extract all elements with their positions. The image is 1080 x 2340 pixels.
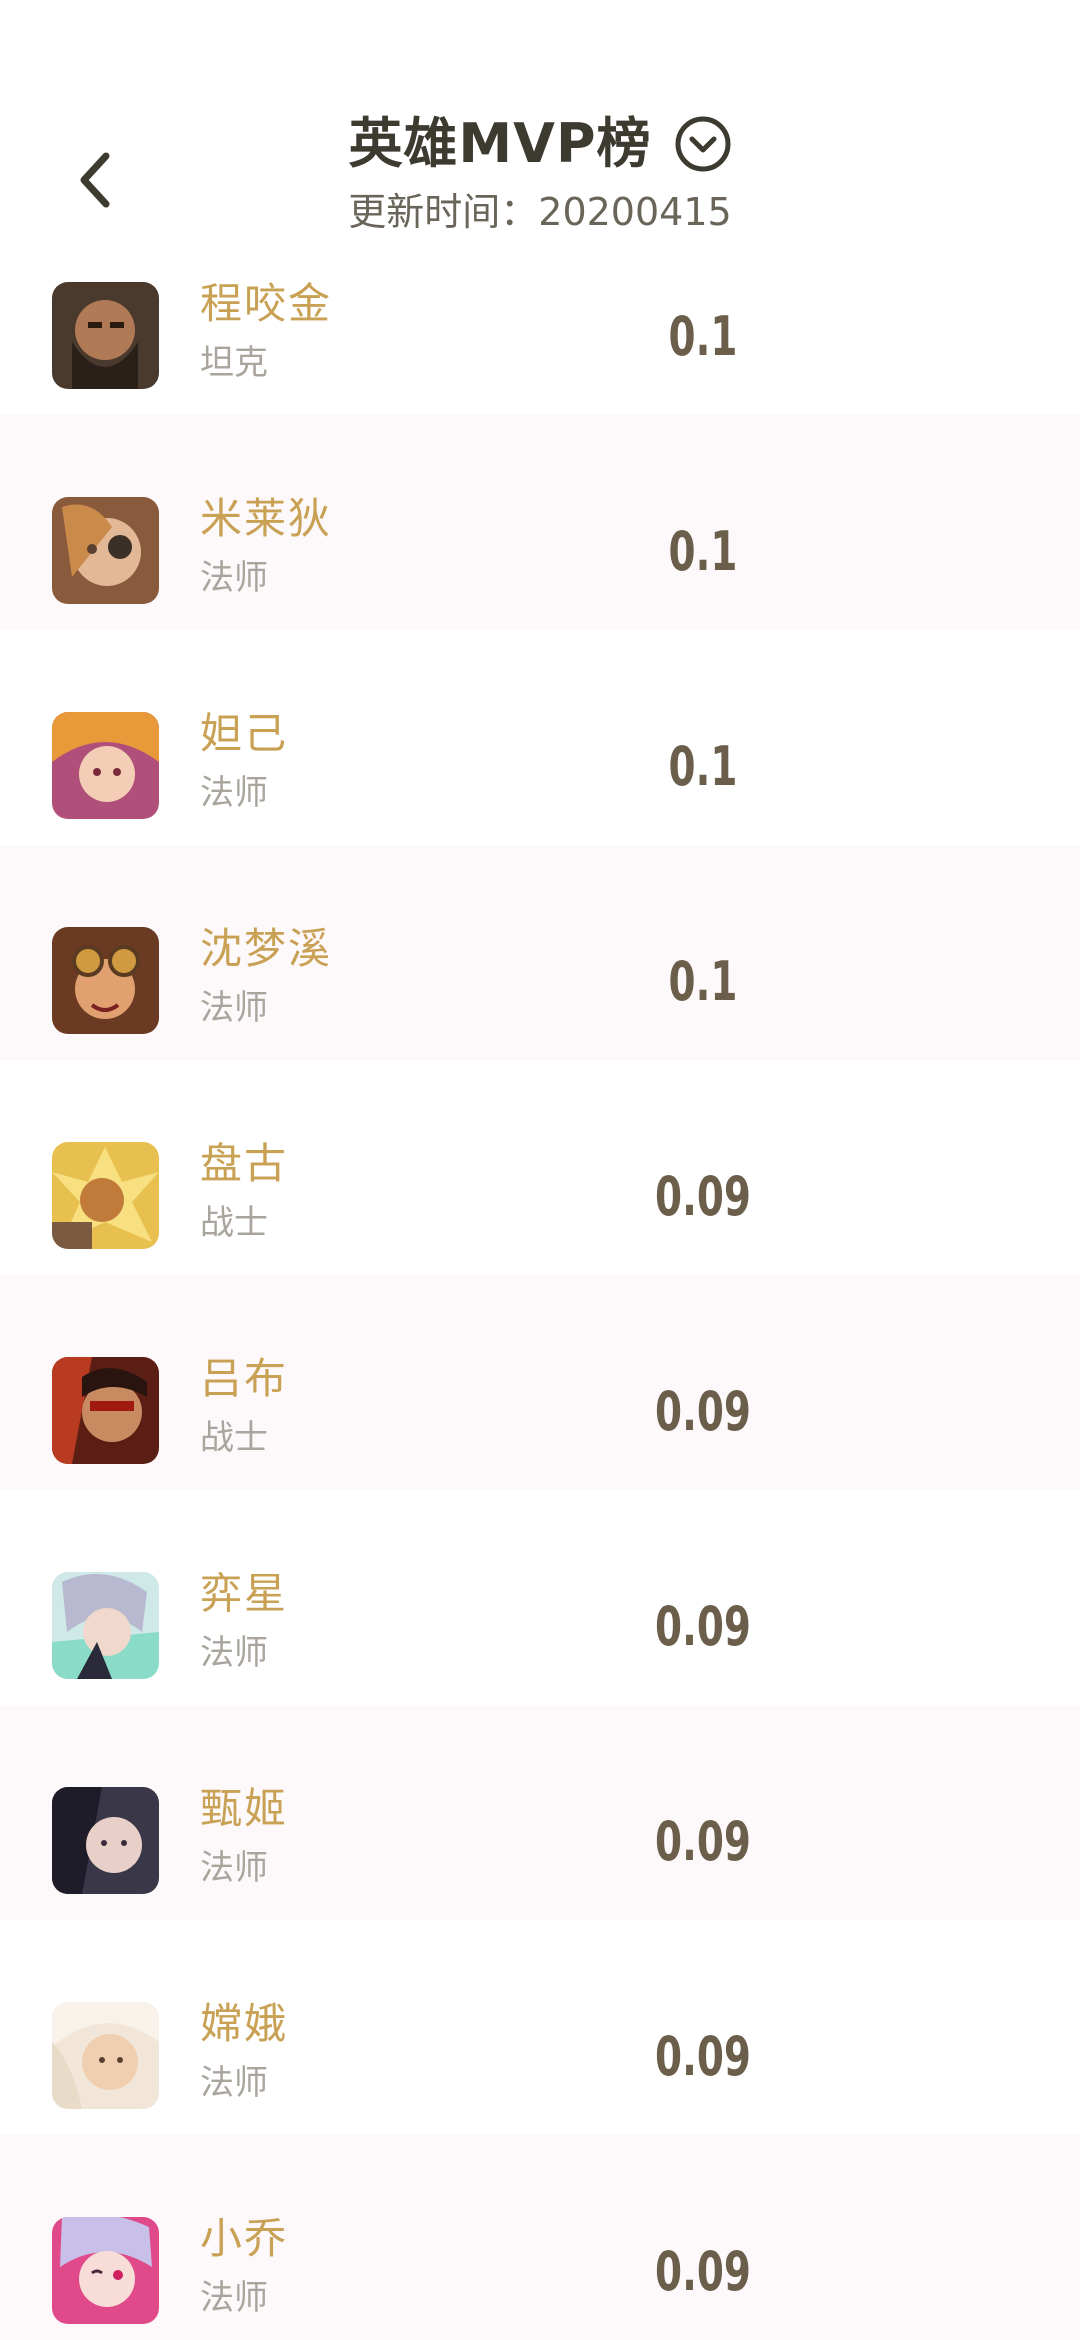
hero-avatar <box>52 1142 159 1249</box>
hero-row[interactable]: 甄姬 法师 0.09 <box>0 1705 1080 1920</box>
hero-row[interactable]: 弈星 法师 0.09 <box>0 1490 1080 1705</box>
update-time: 更新时间：20200415 <box>348 190 732 234</box>
hero-row[interactable]: 小乔 法师 0.09 <box>0 2135 1080 2340</box>
hero-score: 0.09 <box>655 1380 751 1443</box>
hero-score: 0.1 <box>668 520 738 583</box>
hero-avatar <box>52 712 159 819</box>
hero-role: 法师 <box>200 988 268 1028</box>
hero-row[interactable]: 沈梦溪 法师 0.1 <box>0 845 1080 1060</box>
hero-role: 法师 <box>200 558 268 598</box>
hero-score: 0.09 <box>655 2025 751 2088</box>
hero-row[interactable]: 嫦娥 法师 0.09 <box>0 1920 1080 2135</box>
hero-list[interactable]: 程咬金 坦克 0.1 米莱狄 法师 0.1 妲己 法师 0.1 沈梦溪 法师 0… <box>0 200 1080 2340</box>
hero-name: 米莱狄 <box>200 494 333 543</box>
hero-score: 0.1 <box>668 305 738 368</box>
hero-name: 吕布 <box>200 1354 289 1403</box>
hero-avatar <box>52 2217 159 2324</box>
hero-avatar <box>52 497 159 604</box>
hero-row[interactable]: 吕布 战士 0.09 <box>0 1275 1080 1490</box>
hero-name: 小乔 <box>200 2214 289 2263</box>
hero-avatar <box>52 1572 159 1679</box>
hero-row[interactable]: 米莱狄 法师 0.1 <box>0 415 1080 630</box>
hero-name: 盘古 <box>200 1139 289 1188</box>
hero-score: 0.09 <box>655 1810 751 1873</box>
hero-avatar <box>52 1787 159 1894</box>
hero-score: 0.09 <box>655 1165 751 1228</box>
hero-score: 0.1 <box>668 950 738 1013</box>
top-bar: 英雄MVP榜 更新时间：20200415 <box>0 0 1080 262</box>
hero-role: 法师 <box>200 1848 268 1888</box>
hero-row[interactable]: 妲己 法师 0.1 <box>0 630 1080 845</box>
hero-role: 法师 <box>200 2278 268 2318</box>
hero-name: 甄姬 <box>200 1784 289 1833</box>
hero-name: 程咬金 <box>200 279 333 328</box>
hero-role: 战士 <box>200 1418 268 1458</box>
hero-score: 0.1 <box>668 735 738 798</box>
page-title: 英雄MVP榜 <box>348 112 652 175</box>
hero-role: 法师 <box>200 1633 268 1673</box>
hero-role: 法师 <box>200 773 268 813</box>
hero-role: 战士 <box>200 1203 268 1243</box>
title-row[interactable]: 英雄MVP榜 <box>348 112 731 176</box>
hero-name: 弈星 <box>200 1569 289 1618</box>
hero-score: 0.09 <box>655 1595 751 1658</box>
hero-name: 沈梦溪 <box>200 924 333 973</box>
hero-name: 嫦娥 <box>200 1999 289 2048</box>
chevron-down-circle-icon[interactable] <box>674 115 732 173</box>
hero-role: 坦克 <box>200 343 268 383</box>
hero-avatar <box>52 282 159 389</box>
hero-score: 0.09 <box>655 2240 751 2303</box>
hero-avatar <box>52 1357 159 1464</box>
title-area: 英雄MVP榜 <box>0 112 1080 176</box>
mvp-ranking-screen: 程咬金 坦克 0.1 米莱狄 法师 0.1 妲己 法师 0.1 沈梦溪 法师 0… <box>0 0 1080 2340</box>
hero-role: 法师 <box>200 2063 268 2103</box>
hero-row[interactable]: 盘古 战士 0.09 <box>0 1060 1080 1275</box>
hero-avatar <box>52 927 159 1034</box>
hero-name: 妲己 <box>200 709 289 758</box>
hero-avatar <box>52 2002 159 2109</box>
